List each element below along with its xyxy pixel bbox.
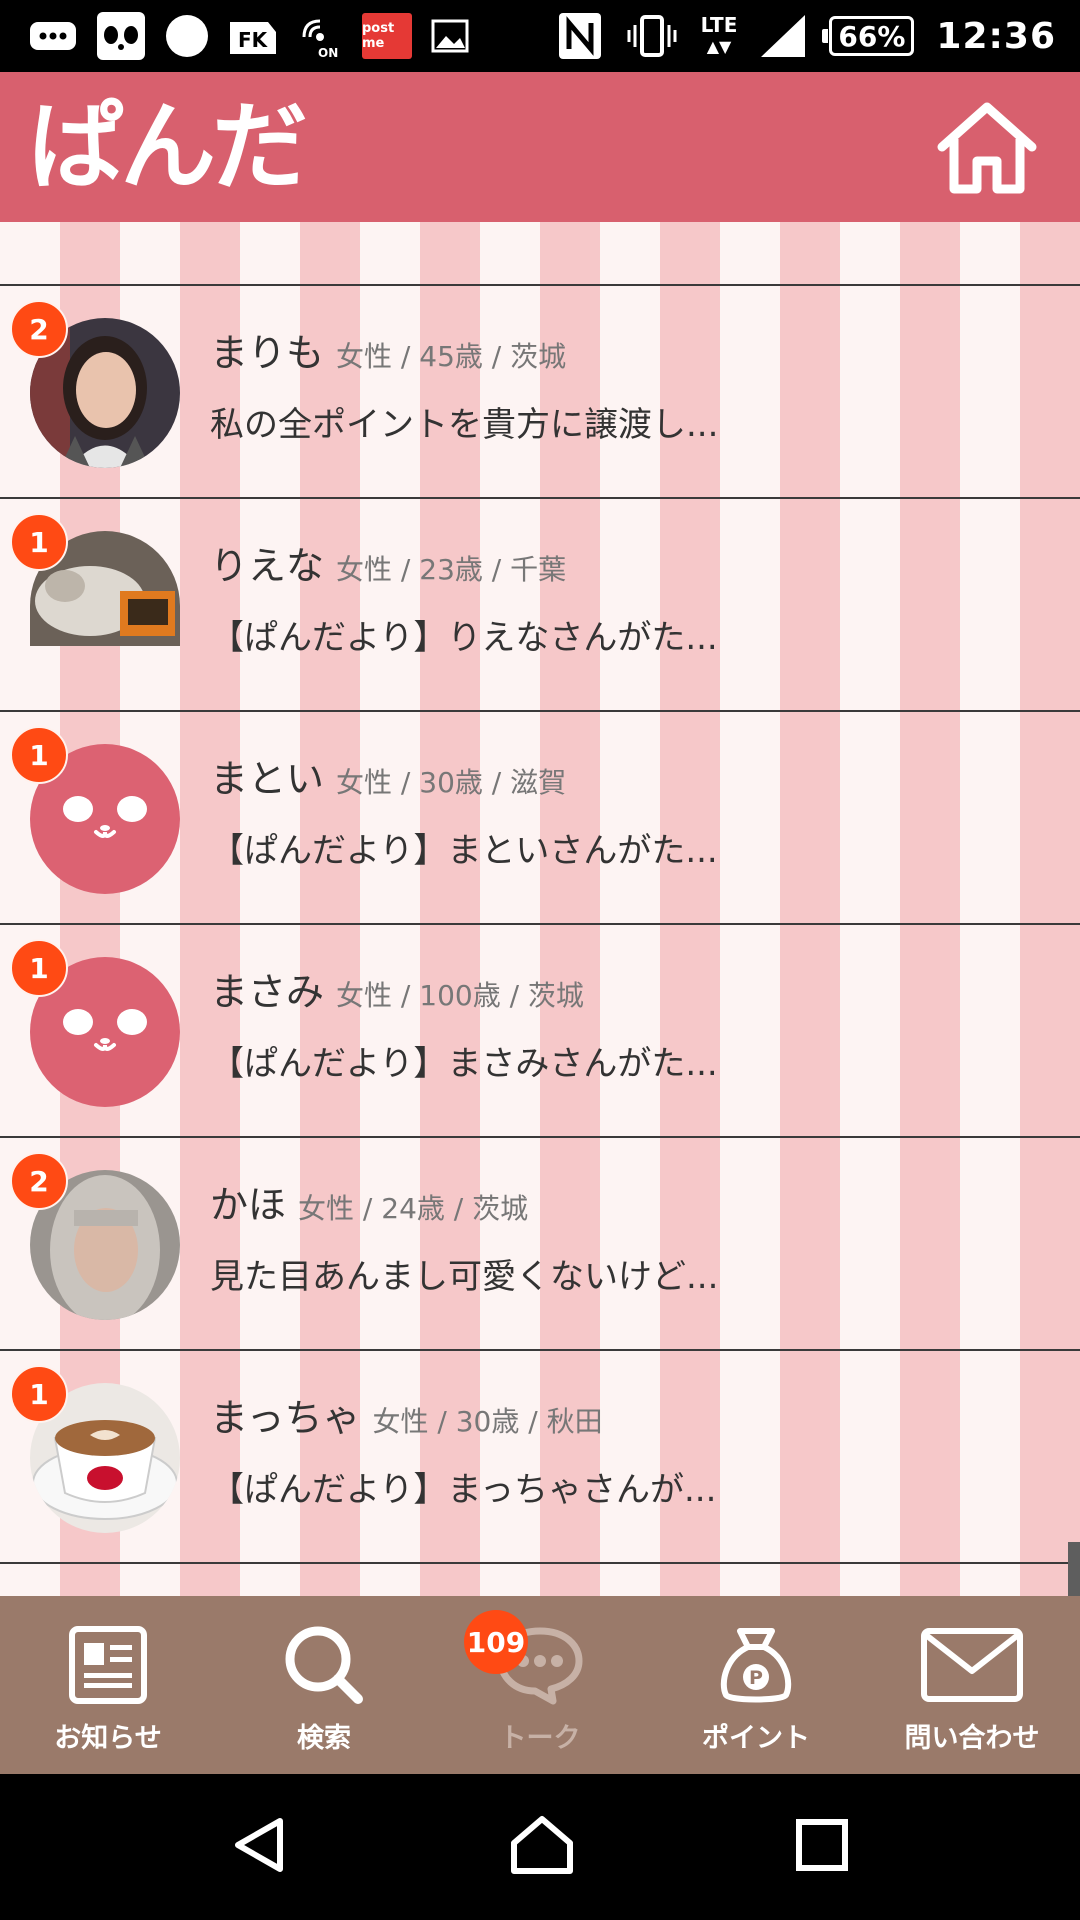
user-meta: 女性 / 30歳 / 秋田 [372,1405,603,1438]
news-icon [69,1626,147,1704]
nav-search[interactable]: 検索 [216,1596,432,1774]
user-meta: 女性 / 24歳 / 茨城 [298,1192,529,1225]
point-bag-icon: P [720,1628,792,1703]
nav-talk[interactable]: トーク 109 [432,1596,648,1774]
clock: 12:36 [936,15,1056,57]
circle-icon [164,13,210,59]
back-button[interactable] [230,1815,290,1879]
user-name: まりも [210,331,325,375]
image-icon [430,16,470,56]
status-bar: FK ON post me LTE ▲▼ 66% 12:36 [0,0,1080,72]
nav-label: トーク [499,1723,581,1754]
vibrate-icon [625,13,679,59]
user-meta: 女性 / 45歳 / 茨城 [336,340,567,373]
fk-app-icon: FK [228,14,278,58]
talk-row[interactable]: 1 まさみ 女性 / 100歳 / 茨城 【ぱんだより】まさみさんがた... [0,925,1080,1138]
user-meta: 女性 / 100歳 / 茨城 [336,979,584,1012]
user-name: かほ [210,1183,287,1227]
nav-label: お知らせ [54,1723,162,1754]
message-preview: 見た目あんまし可愛くないけど... [210,1257,719,1297]
user-meta: 女性 / 23歳 / 千葉 [336,553,567,586]
user-name: りえな [210,544,325,588]
mail-icon [921,1628,1023,1702]
unread-badge: 1 [10,939,68,997]
talk-count-badge: 109 [464,1610,528,1674]
back-icon [235,1818,283,1872]
talk-list[interactable]: 2 まりも 女性 / 45歳 / 茨城 私の全ポイントを貴方に譲渡し... 1 … [0,222,1080,1596]
app-header: ぱんだ [0,72,1080,222]
unread-badge: 1 [10,1365,68,1423]
home-icon [937,102,1037,194]
talk-row[interactable]: 1 まっちゃ 女性 / 30歳 / 秋田 【ぱんだより】まっちゃさんが... [0,1351,1080,1564]
nav-label: 問い合わせ [904,1723,1040,1754]
talk-row[interactable]: 1 りえな 女性 / 23歳 / 千葉 【ぱんだより】りえなさんがた... [0,499,1080,712]
unread-badge: 2 [10,1152,68,1210]
unread-badge: 1 [10,513,68,571]
postme-app-icon: post me [362,13,412,59]
talk-row[interactable]: 1 まとい 女性 / 30歳 / 滋賀 【ぱんだより】まといさんがた... [0,712,1080,925]
app-logo: ぱんだ [28,91,308,203]
nfc-icon [557,11,603,61]
nav-point[interactable]: P ポイント [648,1596,864,1774]
recents-button[interactable] [794,1817,850,1877]
svg-text:ON: ON [318,46,338,59]
message-preview: 【ぱんだより】りえなさんがた... [210,618,718,658]
home-nav-button[interactable] [510,1815,574,1879]
bottom-nav: お知らせ 検索 トーク 109 P ポイント 問い合わせ [0,1596,1080,1774]
signal-icon [759,13,807,59]
user-name: まとい [210,757,325,801]
battery-indicator: 66% [822,16,915,56]
home-nav-icon [511,1816,573,1874]
recents-icon [796,1819,848,1871]
search-icon [285,1626,363,1704]
home-button[interactable] [932,97,1042,197]
talk-row[interactable]: 2 かほ 女性 / 24歳 / 茨城 見た目あんまし可愛くないけど... [0,1138,1080,1351]
message-preview: 【ぱんだより】まさみさんがた... [210,1044,718,1084]
panda-app-icon [96,11,146,61]
list-top-spacer [0,222,1080,286]
message-preview: 【ぱんだより】まといさんがた... [210,831,718,871]
nav-contact[interactable]: 問い合わせ [864,1596,1080,1774]
android-nav-bar [0,1774,1080,1920]
user-meta: 女性 / 30歳 / 滋賀 [336,766,567,799]
unread-badge: 2 [10,300,68,358]
svg-text:P: P [749,1667,763,1689]
network-type-indicator: LTE ▲▼ [700,13,738,56]
svg-text:FK: FK [238,28,269,52]
user-name: まさみ [210,970,325,1014]
message-notification-icon [28,16,78,56]
nav-label: 検索 [297,1723,351,1754]
unread-badge: 1 [10,726,68,784]
talk-row[interactable]: 2 まりも 女性 / 45歳 / 茨城 私の全ポイントを貴方に譲渡し... [0,286,1080,499]
message-preview: 【ぱんだより】まっちゃさんが... [210,1470,717,1510]
user-name: まっちゃ [210,1396,361,1440]
nfc-on-icon: ON [296,13,344,59]
nav-label: ポイント [702,1723,810,1754]
message-preview: 私の全ポイントを貴方に譲渡し... [210,405,719,445]
nav-news[interactable]: お知らせ [0,1596,216,1774]
